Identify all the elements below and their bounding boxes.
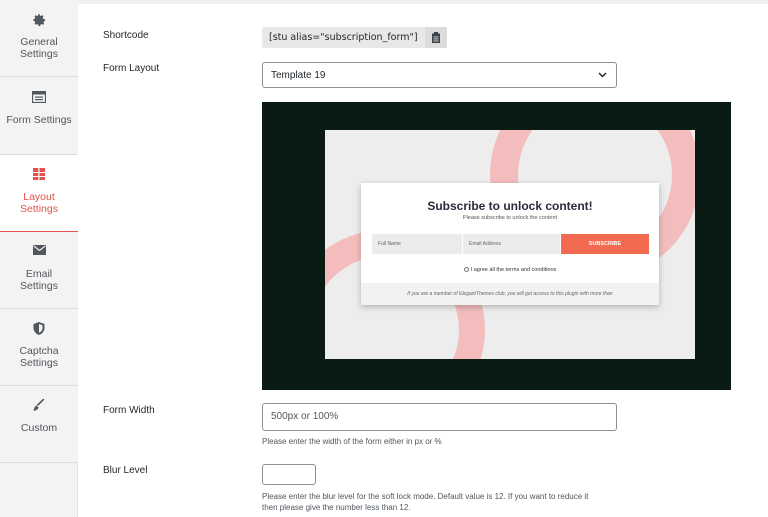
blur-level-label: Blur Level (103, 465, 148, 476)
blur-level-help: Please enter the blur level for the soft… (262, 491, 588, 513)
form-layout-selected-value: Template 19 (271, 70, 326, 81)
blur-level-input[interactable] (262, 464, 316, 485)
preview-name-placeholder: Full Name (378, 241, 401, 247)
form-width-help: Please enter the width of the form eithe… (262, 437, 442, 446)
chevron-down-icon (598, 72, 607, 78)
preview-subscribe-button: SUBSCRIBE (561, 234, 649, 254)
template-preview: Subscribe to unlock content! Please subs… (262, 102, 731, 390)
sidebar-item-email-settings[interactable]: Email Settings (0, 232, 78, 309)
shortcode-value: [stu alias="subscription_form"] (269, 32, 418, 43)
preview-email-placeholder: Email Address (469, 241, 501, 247)
sidebar-item-label: Layout Settings (20, 191, 58, 215)
gear-icon (0, 13, 78, 31)
envelope-icon (0, 245, 78, 263)
blur-level-help-line1: Please enter the blur level for the soft… (262, 492, 589, 501)
sidebar-item-layout-settings[interactable]: Layout Settings (0, 155, 78, 232)
form-layout-select[interactable]: Template 19 (262, 62, 617, 88)
copy-shortcode-button[interactable] (425, 27, 447, 48)
sidebar-item-label: Email Settings (20, 268, 58, 292)
clipboard-icon (432, 32, 440, 43)
sidebar-item-general-settings[interactable]: General Settings (0, 0, 78, 77)
preview-popup: Subscribe to unlock content! Please subs… (361, 183, 659, 305)
shortcode-box: [stu alias="subscription_form"] (262, 27, 447, 48)
sidebar-item-custom[interactable]: Custom (0, 386, 78, 463)
sidebar-item-label: Captcha Settings (19, 345, 59, 369)
shortcode-label: Shortcode (103, 30, 149, 41)
radio-icon (463, 267, 469, 272)
preview-name-field: Full Name (372, 234, 462, 254)
blur-level-help-line2: then please give the number less than 12… (262, 503, 411, 512)
preview-agree-text: I agree all the terms and conditions (470, 267, 557, 273)
form-width-label: Form Width (103, 405, 155, 416)
sidebar-item-form-settings[interactable]: Form Settings (0, 78, 78, 155)
layout-icon (0, 168, 78, 186)
sidebar-item-label: General Settings (20, 36, 58, 60)
preview-title: Subscribe to unlock content! (427, 199, 593, 213)
sidebar-item-label: Form Settings (6, 114, 72, 126)
settings-sidebar: General Settings Form Settings Layout Se… (0, 0, 78, 517)
sidebar-item-label: Custom (20, 422, 58, 434)
preview-canvas: Subscribe to unlock content! Please subs… (325, 130, 695, 359)
form-width-field[interactable] (262, 403, 617, 431)
top-border (0, 0, 768, 4)
preview-footer: If you are a member of ElegantThemes clu… (361, 283, 659, 305)
form-layout-label: Form Layout (103, 63, 160, 74)
shield-icon (0, 322, 78, 340)
form-width-input[interactable] (271, 411, 601, 422)
sidebar-item-captcha-settings[interactable]: Captcha Settings (0, 309, 78, 386)
brush-icon (0, 399, 78, 417)
preview-agree: I agree all the terms and conditions (361, 267, 659, 273)
form-icon (0, 91, 78, 109)
preview-email-field: Email Address (463, 234, 560, 254)
preview-subtitle: Please subscribe to unlock the content (462, 215, 558, 221)
